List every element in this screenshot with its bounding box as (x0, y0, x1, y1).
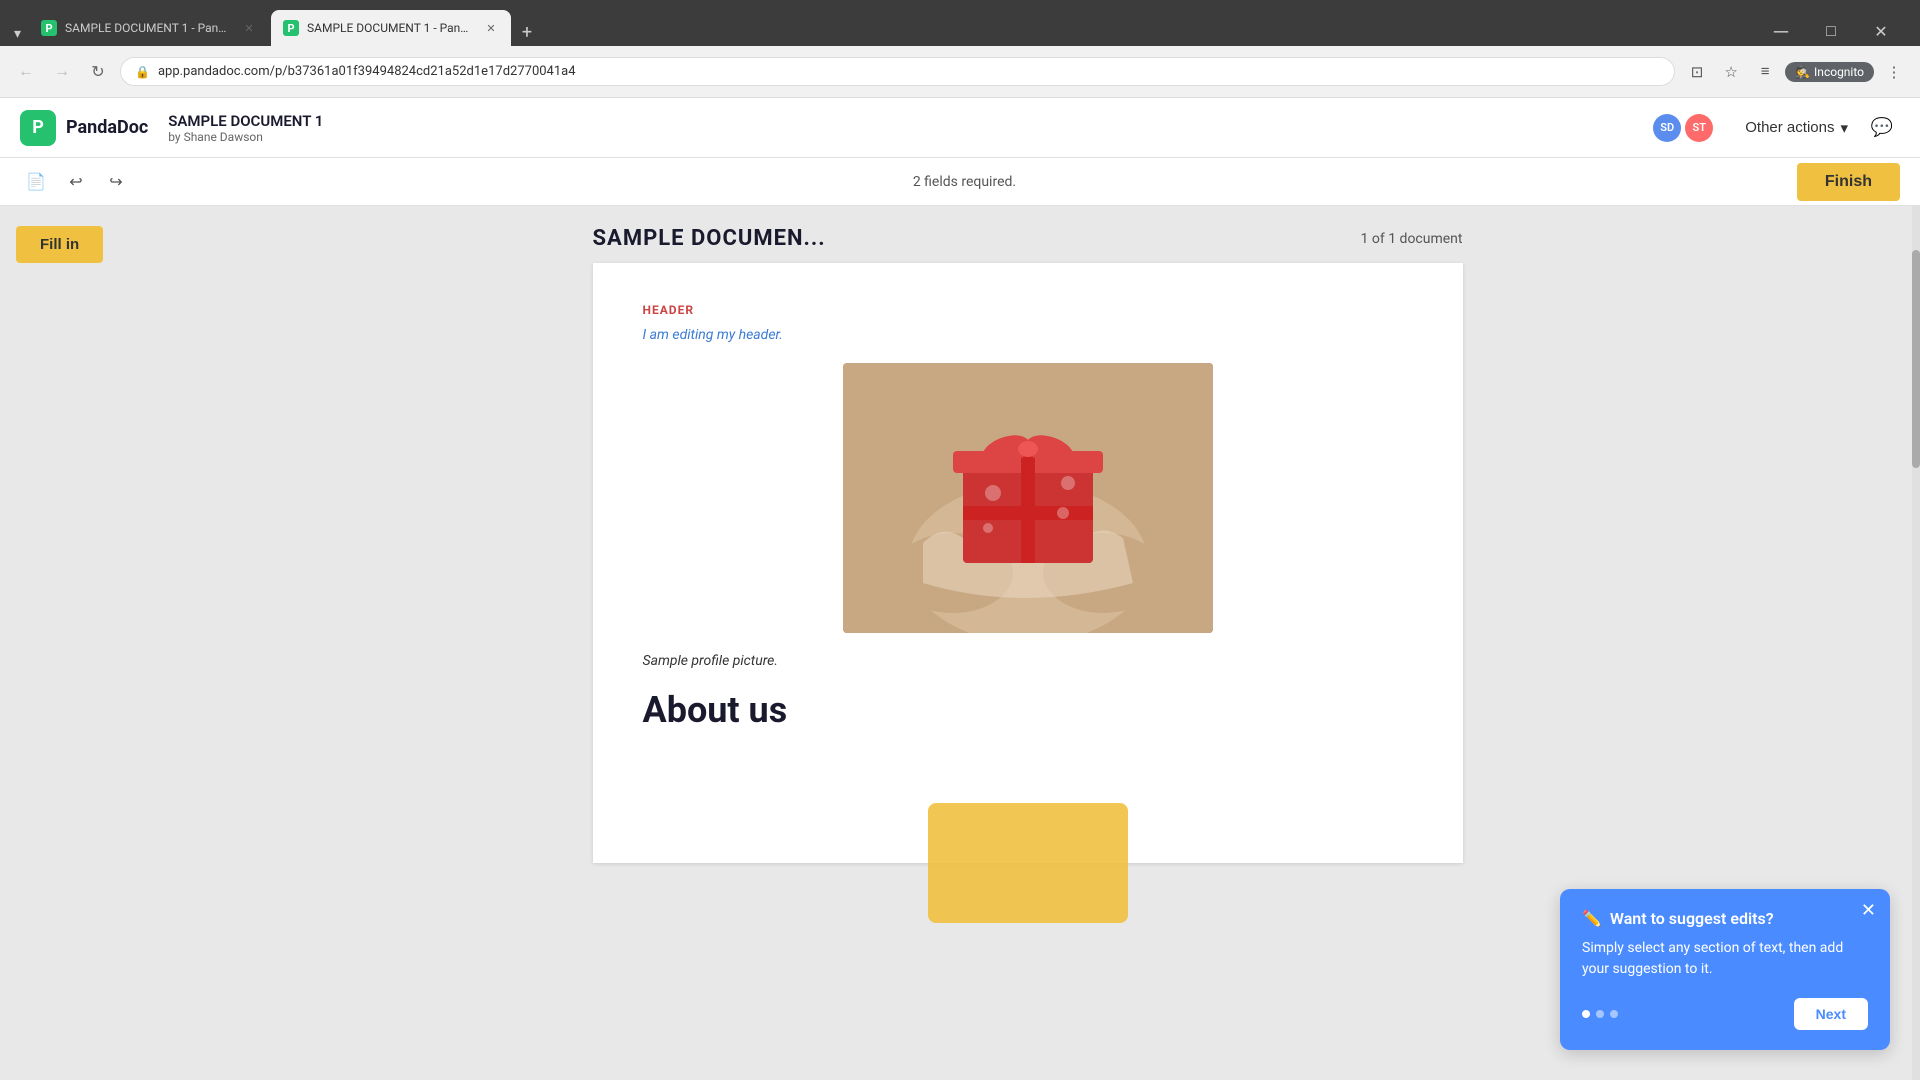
popup-footer: Next (1582, 998, 1868, 1030)
minimize-button[interactable]: ─ (1758, 16, 1804, 46)
logo-name: PandaDoc (66, 117, 148, 138)
avatar-sd: SD (1653, 114, 1681, 142)
doc-count: 1 of 1 document (1361, 231, 1463, 247)
cast-button[interactable]: ⊡ (1683, 58, 1711, 86)
scrollbar-thumb[interactable] (1912, 250, 1920, 469)
tab-favicon-1: P (41, 20, 57, 36)
tab-favicon-2: P (283, 20, 299, 36)
redo-button[interactable]: ↪ (100, 166, 132, 198)
doc-title: SAMPLE DOCUMENT 1 (168, 112, 323, 130)
logo-icon: P (20, 110, 56, 146)
pandadoc-logo: P PandaDoc (20, 110, 148, 146)
browser-tab-1[interactable]: P SAMPLE DOCUMENT 1 - Panda... ✕ (29, 10, 269, 46)
close-window-button[interactable]: ✕ (1858, 16, 1904, 46)
tab-title-2: SAMPLE DOCUMENT 1 - Panda... (307, 21, 475, 35)
scrollbar-track (1912, 206, 1920, 1080)
document-area: Fill in SAMPLE DOCUMEN... 1 of 1 documen… (0, 206, 1920, 1080)
popup-title: ✏️ Want to suggest edits? (1582, 909, 1868, 928)
bottom-decoration (928, 803, 1128, 923)
popup-dot-3 (1610, 1010, 1618, 1018)
back-button[interactable]: ← (12, 58, 40, 86)
doc-info: SAMPLE DOCUMENT 1 by Shane Dawson (168, 112, 323, 144)
fill-in-button[interactable]: Fill in (16, 226, 103, 263)
bookmark-button[interactable]: ☆ (1717, 58, 1745, 86)
browser-toolbar: ← → ↻ 🔒 app.pandadoc.com/p/b37361a01f394… (0, 46, 1920, 98)
doc-header-label: HEADER (643, 303, 1413, 317)
tab-bar: ▾ P SAMPLE DOCUMENT 1 - Panda... ✕ P SAM… (0, 0, 1920, 46)
incognito-icon: 🕵 (1795, 65, 1810, 79)
browser-chrome: ▾ P SAMPLE DOCUMENT 1 - Panda... ✕ P SAM… (0, 0, 1920, 98)
avatar-st: ST (1685, 114, 1713, 142)
doc-profile-image (843, 363, 1213, 633)
popup-body-text: Simply select any section of text, then … (1582, 938, 1868, 980)
suggest-edits-popup: ✕ ✏️ Want to suggest edits? Simply selec… (1560, 889, 1890, 1050)
popup-close-button[interactable]: ✕ (1861, 901, 1876, 919)
popup-dot-1 (1582, 1010, 1590, 1018)
other-actions-button[interactable]: Other actions ▾ (1729, 111, 1864, 145)
chat-icon: 💬 (1871, 117, 1893, 138)
browser-menu-button[interactable]: ⋮ (1880, 58, 1908, 86)
reader-mode-button[interactable]: ≡ (1751, 58, 1779, 86)
other-actions-chevron: ▾ (1840, 119, 1848, 137)
tab-list-button[interactable]: ▾ (8, 22, 27, 46)
maximize-button[interactable]: □ (1808, 16, 1854, 46)
browser-tab-2[interactable]: P SAMPLE DOCUMENT 1 - Panda... ✕ (271, 10, 511, 46)
incognito-label: Incognito (1814, 65, 1864, 79)
undo-button[interactable]: ↩ (60, 166, 92, 198)
fields-required-label: 2 fields required. (140, 174, 1789, 190)
doc-page: HEADER I am editing my header. (593, 263, 1463, 863)
app-header: P PandaDoc SAMPLE DOCUMENT 1 by Shane Da… (0, 98, 1920, 158)
address-text: app.pandadoc.com/p/b37361a01f39494824cd2… (158, 64, 1660, 79)
lock-icon: 🔒 (135, 65, 150, 79)
avatar-group: SD ST (1653, 114, 1713, 142)
refresh-button[interactable]: ↻ (84, 58, 112, 86)
doc-sidebar-left: Fill in (0, 206, 285, 1080)
redo-icon: ↪ (109, 172, 122, 192)
tab-title-1: SAMPLE DOCUMENT 1 - Panda... (65, 21, 233, 35)
doc-header-text: I am editing my header. (643, 327, 1413, 343)
popup-dot-2 (1596, 1010, 1604, 1018)
forward-button[interactable]: → (48, 58, 76, 86)
pencil-icon: ✏️ (1582, 909, 1602, 928)
finish-button[interactable]: Finish (1797, 163, 1900, 201)
doc-title-bar: SAMPLE DOCUMEN... 1 of 1 document (593, 226, 1463, 251)
other-actions-label: Other actions (1745, 119, 1834, 136)
address-bar[interactable]: 🔒 app.pandadoc.com/p/b37361a01f39494824c… (120, 57, 1675, 86)
doc-content-wrapper: SAMPLE DOCUMEN... 1 of 1 document HEADER… (285, 206, 1770, 1080)
doc-image-container (643, 363, 1413, 633)
popup-next-button[interactable]: Next (1794, 998, 1868, 1030)
popup-dots (1582, 1010, 1618, 1018)
doc-title-bar-title: SAMPLE DOCUMEN... (593, 226, 826, 251)
incognito-badge: 🕵 Incognito (1785, 62, 1874, 82)
browser-toolbar-actions: ⊡ ☆ ≡ 🕵 Incognito ⋮ (1683, 58, 1908, 86)
chat-icon-button[interactable]: 💬 (1864, 110, 1900, 146)
document-view-button[interactable]: 📄 (20, 166, 52, 198)
doc-about-us-heading: About us (643, 689, 1413, 731)
doc-image-caption: Sample profile picture. (643, 653, 1413, 669)
doc-toolbar: 📄 ↩ ↪ 2 fields required. Finish (0, 158, 1920, 206)
undo-icon: ↩ (69, 172, 82, 192)
tab-close-1[interactable]: ✕ (241, 20, 257, 36)
document-icon: 📄 (26, 172, 46, 192)
new-tab-button[interactable]: + (513, 18, 541, 46)
doc-author: by Shane Dawson (168, 130, 323, 144)
popup-title-text: Want to suggest edits? (1610, 909, 1774, 928)
tab-close-2[interactable]: ✕ (483, 20, 499, 36)
logo-letter: P (32, 117, 44, 138)
